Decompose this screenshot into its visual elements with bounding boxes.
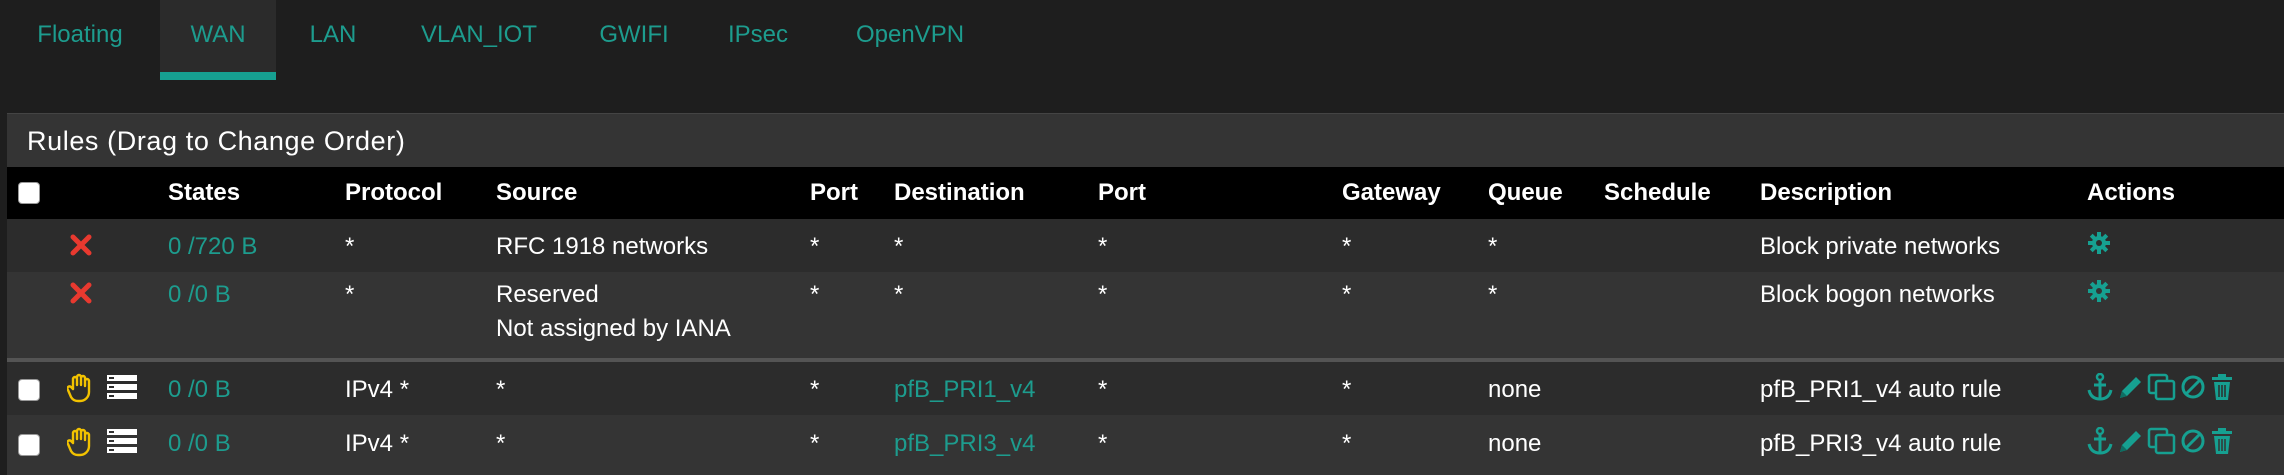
- states-link[interactable]: 0 /720 B: [168, 233, 257, 261]
- tab-ipsec[interactable]: IPsec: [712, 0, 804, 80]
- tab-vlan-iot[interactable]: VLAN_IOT: [405, 0, 553, 80]
- block-x-icon: [70, 234, 92, 256]
- port-value: *: [810, 376, 820, 403]
- anchor-icon[interactable]: [2087, 373, 2113, 401]
- gateway-value: *: [1342, 281, 1352, 308]
- anchor-icon[interactable]: [2087, 427, 2113, 455]
- col-queue: Queue: [1488, 179, 1563, 206]
- source-value: Reserved: [496, 281, 599, 308]
- gateway-value: *: [1342, 233, 1352, 260]
- dest-port-value: *: [1098, 281, 1108, 308]
- description-value: pfB_PRI1_v4 auto rule: [1760, 376, 2002, 403]
- panel-title: Rules (Drag to Change Order): [27, 126, 406, 156]
- description-value: Block bogon networks: [1760, 281, 1995, 308]
- protocol-value: *: [345, 281, 355, 308]
- table-row[interactable]: 0 /720 B * RFC 1918 networks * * * * * B…: [7, 219, 2284, 272]
- trash-icon[interactable]: [2210, 373, 2234, 401]
- copy-icon[interactable]: [2147, 373, 2177, 401]
- row-checkbox[interactable]: [18, 434, 40, 456]
- destination-link[interactable]: pfB_PRI1_v4: [894, 376, 1035, 404]
- table-row[interactable]: 0 /0 B IPv4 * * * pfB_PRI1_v4 * * none p…: [7, 362, 2284, 415]
- tab-lan[interactable]: LAN: [288, 0, 378, 80]
- hand-icon[interactable]: [67, 373, 95, 403]
- queue-value: none: [1488, 430, 1542, 457]
- port-value: *: [810, 281, 820, 308]
- tab-floating[interactable]: Floating: [0, 0, 160, 80]
- pencil-icon[interactable]: [2117, 373, 2143, 401]
- disable-icon[interactable]: [2180, 373, 2206, 401]
- port-value: *: [810, 430, 820, 457]
- gateway-value: *: [1342, 376, 1352, 403]
- col-schedule: Schedule: [1604, 179, 1711, 206]
- interface-tabs: Floating WAN LAN VLAN_IOT GWIFI IPsec Op…: [0, 0, 2284, 82]
- description-value: pfB_PRI3_v4 auto rule: [1760, 430, 2002, 457]
- row-checkbox[interactable]: [18, 379, 40, 401]
- col-states: States: [168, 179, 241, 206]
- col-description: Description: [1760, 179, 1893, 206]
- col-destination: Destination: [894, 179, 1025, 206]
- dest-port-value: *: [1098, 430, 1108, 457]
- col-actions: Actions: [2087, 179, 2176, 206]
- table-row[interactable]: 0 /0 B * Reserved Not assigned by IANA *…: [7, 272, 2284, 358]
- port-value: *: [810, 233, 820, 260]
- source-value: *: [496, 376, 506, 403]
- list-icon[interactable]: [107, 375, 137, 399]
- queue-value: *: [1488, 281, 1498, 308]
- queue-value: *: [1488, 233, 1498, 260]
- destination-value: *: [894, 281, 904, 308]
- tab-wan[interactable]: WAN: [160, 0, 276, 80]
- block-x-icon: [70, 282, 92, 304]
- trash-icon[interactable]: [2210, 427, 2234, 455]
- destination-value: *: [894, 233, 904, 260]
- table-row[interactable]: 0 /0 B IPv4 * * * pfB_PRI3_v4 * * none p…: [7, 415, 2284, 475]
- description-value: Block private networks: [1760, 233, 2001, 260]
- queue-value: none: [1488, 376, 1542, 403]
- rules-panel: Rules (Drag to Change Order) States Prot…: [7, 113, 2284, 475]
- protocol-value: IPv4 *: [345, 430, 410, 457]
- dest-port-value: *: [1098, 233, 1108, 260]
- col-protocol: Protocol: [345, 179, 443, 206]
- list-icon[interactable]: [107, 429, 137, 453]
- states-link[interactable]: 0 /0 B: [168, 376, 231, 404]
- protocol-value: IPv4 *: [345, 376, 410, 403]
- col-source: Source: [496, 179, 578, 206]
- source-value-line2: Not assigned by IANA: [496, 315, 731, 342]
- select-all-checkbox[interactable]: [18, 182, 40, 204]
- source-value: *: [496, 430, 506, 457]
- gear-icon[interactable]: [2087, 279, 2111, 303]
- gear-icon[interactable]: [2087, 231, 2111, 255]
- tab-gwifi[interactable]: GWIFI: [585, 0, 683, 80]
- destination-link[interactable]: pfB_PRI3_v4: [894, 430, 1035, 458]
- tab-openvpn[interactable]: OpenVPN: [845, 0, 975, 80]
- rules-table-header: States Protocol Source Port Destination …: [7, 167, 2284, 219]
- protocol-value: *: [345, 233, 355, 260]
- dest-port-value: *: [1098, 376, 1108, 403]
- pencil-icon[interactable]: [2117, 427, 2143, 455]
- col-port: Port: [810, 179, 858, 206]
- states-link[interactable]: 0 /0 B: [168, 281, 231, 309]
- hand-icon[interactable]: [67, 427, 95, 457]
- col-gateway: Gateway: [1342, 179, 1441, 206]
- source-value: RFC 1918 networks: [496, 233, 709, 260]
- copy-icon[interactable]: [2147, 427, 2177, 455]
- states-link[interactable]: 0 /0 B: [168, 430, 231, 458]
- col-dest-port: Port: [1098, 179, 1146, 206]
- gateway-value: *: [1342, 430, 1352, 457]
- disable-icon[interactable]: [2180, 427, 2206, 455]
